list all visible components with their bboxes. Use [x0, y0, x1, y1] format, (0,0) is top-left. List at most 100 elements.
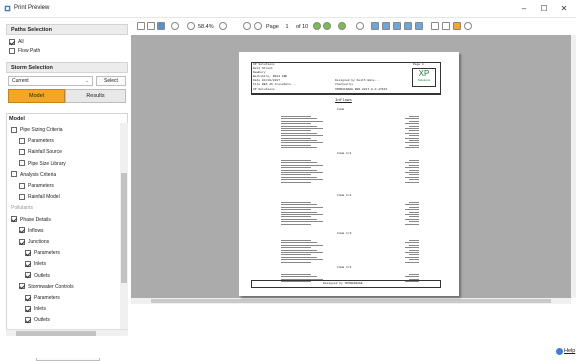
checkbox[interactable]	[25, 261, 31, 268]
tree-item[interactable]: Outlets	[25, 272, 50, 280]
report-text-line	[281, 202, 311, 203]
tree-item[interactable]: Inlets	[25, 260, 46, 268]
checkbox[interactable]	[11, 171, 17, 178]
tree-vertical-scrollbar[interactable]	[120, 123, 128, 330]
scrollbar-thumb[interactable]	[121, 173, 127, 283]
report-value-line	[409, 174, 419, 176]
fit-width-icon[interactable]	[415, 22, 423, 30]
report-text-line	[281, 254, 311, 256]
tree-item[interactable]: Junctions	[19, 238, 49, 246]
checkbox[interactable]	[19, 283, 25, 290]
print-icon[interactable]	[147, 22, 155, 30]
previous-page-icon[interactable]	[254, 22, 262, 30]
tree-item[interactable]: Analysis Criteria	[11, 171, 56, 179]
checkbox[interactable]	[19, 149, 25, 156]
first-page-icon[interactable]	[243, 22, 251, 30]
report-text-line	[281, 179, 323, 180]
single-page-icon[interactable]	[371, 22, 379, 30]
tree-item[interactable]: Rainfall Model	[19, 193, 60, 201]
tree-item[interactable]: Phase Details	[11, 216, 51, 224]
report-value-line	[405, 218, 419, 220]
tab-model[interactable]: Model	[8, 89, 65, 103]
storm-select[interactable]: Current ⌄	[8, 76, 93, 86]
multi-page-icon[interactable]	[393, 22, 401, 30]
page-setup-icon[interactable]	[431, 22, 439, 30]
checkbox[interactable]	[19, 238, 25, 245]
report-value-line	[409, 116, 419, 117]
checkbox[interactable]	[19, 193, 25, 200]
maximize-button[interactable]: ☐	[536, 3, 552, 15]
close-button[interactable]: ✕	[556, 3, 572, 15]
minimize-button[interactable]: –	[516, 3, 532, 15]
scrollbar-thumb[interactable]	[151, 299, 551, 303]
preview-vertical-scrollbar[interactable]	[571, 35, 576, 298]
save-icon[interactable]	[157, 22, 165, 30]
fit-page-icon[interactable]	[404, 22, 412, 30]
checkbox[interactable]	[25, 249, 31, 256]
watermark-icon[interactable]	[453, 22, 461, 30]
report-text-line	[281, 169, 317, 171]
tree-item[interactable]: Parameters	[19, 182, 54, 190]
tree-horizontal-scrollbar[interactable]	[6, 329, 128, 336]
report-text-line	[281, 240, 311, 241]
checkbox[interactable]	[25, 272, 31, 279]
report-value-line	[409, 240, 419, 241]
checkbox[interactable]	[11, 126, 17, 133]
preview-horizontal-scrollbar[interactable]	[131, 298, 571, 304]
help-link[interactable]: Help	[564, 348, 575, 354]
find-icon[interactable]	[464, 22, 472, 30]
checkbox[interactable]	[9, 47, 15, 54]
tree-item[interactable]: Parameters	[25, 249, 60, 257]
preview-toolbar: 58.4% Page 1 of 10	[131, 19, 576, 35]
report-text-line	[281, 242, 317, 244]
path-option-all[interactable]: All	[9, 38, 24, 46]
report-text-line	[281, 128, 323, 129]
tree-item-label: Analysis Criteria	[20, 171, 57, 178]
tree-item[interactable]: Rainfall Source	[19, 148, 62, 156]
tree-item[interactable]: Parameters	[19, 137, 54, 145]
page-number-input[interactable]: 1	[282, 23, 292, 31]
two-pages-icon[interactable]	[382, 22, 390, 30]
select-button[interactable]: Select	[96, 76, 126, 86]
navigate-icon[interactable]	[356, 22, 364, 30]
checkbox[interactable]	[19, 160, 25, 167]
checkbox[interactable]	[25, 294, 31, 301]
zoom-reset-icon[interactable]	[219, 22, 227, 30]
tree-item[interactable]: Inflows	[19, 227, 44, 235]
tree-item[interactable]: Parameters	[25, 294, 60, 302]
checkbox[interactable]	[19, 137, 25, 144]
tree-item[interactable]: Pipe Size Library	[19, 160, 66, 168]
refresh-icon[interactable]	[338, 22, 346, 30]
checkbox[interactable]	[25, 305, 31, 312]
tree-item[interactable]: Pollutants	[11, 204, 33, 212]
report-value-line	[405, 118, 419, 120]
checkbox[interactable]	[9, 38, 15, 45]
report-text-line	[281, 256, 317, 258]
report-value-line	[405, 247, 419, 248]
report-value-line	[409, 130, 419, 132]
checkbox[interactable]	[19, 182, 25, 189]
checkbox[interactable]	[19, 227, 25, 234]
tree-item[interactable]: Pipe Sizing Criteria	[11, 126, 63, 134]
report-text-line	[281, 249, 317, 251]
tree-item[interactable]: Outlets	[25, 316, 50, 324]
zoom-in-icon[interactable]	[171, 22, 179, 30]
report-value-line	[409, 125, 419, 127]
tree-item-label: Inlets	[34, 306, 46, 313]
next-page-icon[interactable]	[313, 22, 321, 30]
last-page-icon[interactable]	[323, 22, 331, 30]
help-icon[interactable]	[556, 348, 563, 355]
report-block-title: Comm 1/3	[337, 232, 352, 235]
zoom-level[interactable]: 58.4%	[198, 23, 214, 31]
tree-item[interactable]: Stormwater Controls	[19, 283, 74, 291]
path-option-flow-path[interactable]: Flow Path	[9, 47, 40, 55]
scrollbar-thumb[interactable]	[16, 331, 96, 336]
open-icon[interactable]	[137, 22, 145, 30]
tree-item[interactable]: Inlets	[25, 305, 46, 313]
checkbox[interactable]	[11, 216, 17, 223]
checkbox[interactable]	[25, 317, 31, 324]
report-text-line	[281, 278, 323, 280]
zoom-out-icon[interactable]	[187, 22, 195, 30]
tab-results[interactable]: Results	[65, 89, 126, 103]
export-icon[interactable]	[442, 22, 450, 30]
